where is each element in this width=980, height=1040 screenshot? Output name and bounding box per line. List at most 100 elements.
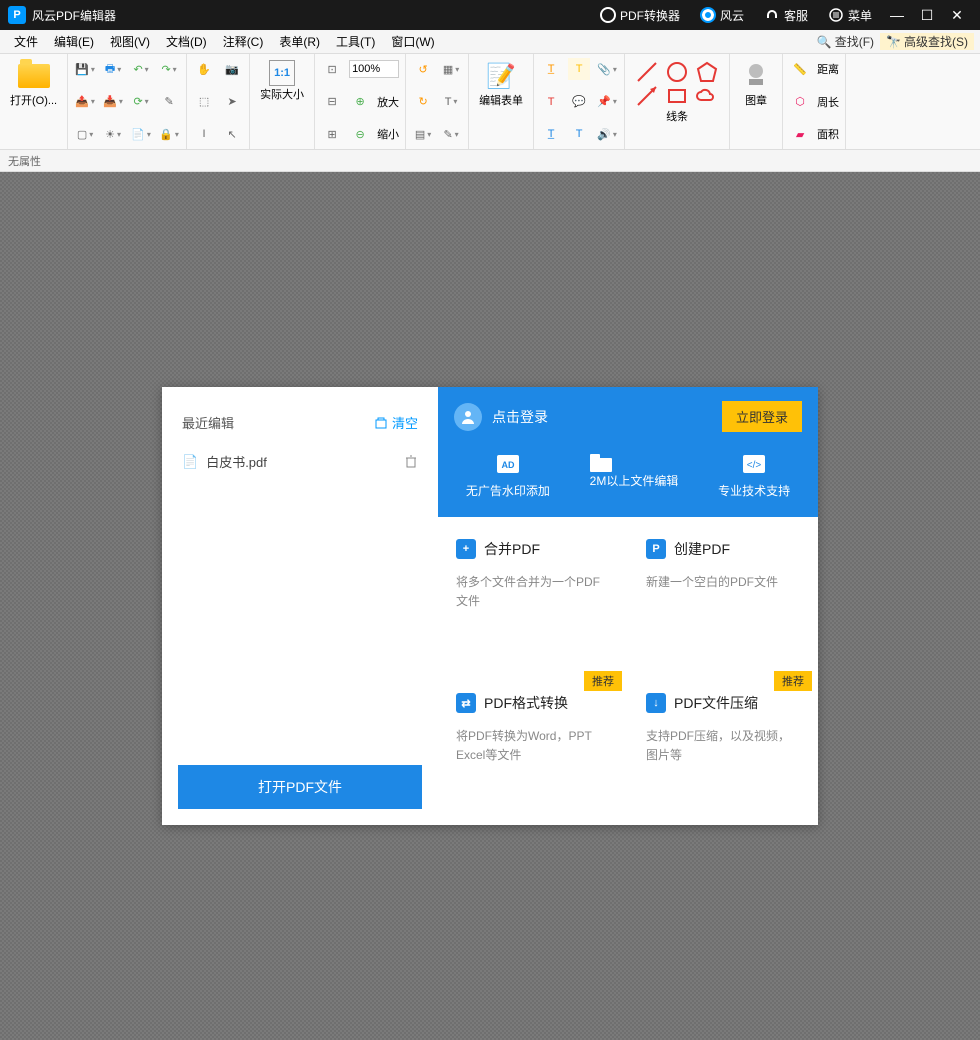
- feature-large-file: 2M以上文件编辑: [590, 454, 679, 499]
- cursor-tool-button[interactable]: ↖: [221, 123, 243, 145]
- tool-d-button[interactable]: 📄: [130, 123, 152, 145]
- card-badge-3: 推荐: [774, 671, 812, 691]
- delete-file-button[interactable]: [404, 455, 418, 469]
- zoom-in-button[interactable]: ⊕: [349, 91, 371, 113]
- menu-link[interactable]: 菜单: [828, 7, 872, 24]
- headset-icon: [764, 7, 780, 23]
- menu-window[interactable]: 窗口(W): [383, 33, 442, 50]
- menu-view[interactable]: 视图(V): [102, 33, 158, 50]
- select-tool-button[interactable]: ⬚: [193, 91, 215, 113]
- line-icon: [635, 60, 659, 84]
- refresh-button[interactable]: ⟳: [130, 91, 152, 113]
- text-select-button[interactable]: I: [193, 123, 215, 145]
- titlebar: P 风云PDF编辑器 PDF转换器 风云 客服 菜单 — ☐ ✕: [0, 0, 980, 30]
- card-desc-1: 新建一个空白的PDF文件: [646, 573, 800, 592]
- open-label: 打开(O)...: [10, 92, 57, 108]
- no-properties-label: 无属性: [8, 153, 41, 169]
- rotate-left-button[interactable]: ↺: [412, 58, 434, 80]
- export-button[interactable]: 📤: [74, 91, 96, 113]
- tool-e-button[interactable]: 🔒: [158, 123, 180, 145]
- open-button[interactable]: 打开(O)...: [6, 58, 61, 110]
- menu-form[interactable]: 表单(R): [271, 33, 328, 50]
- text-edit-button[interactable]: T: [440, 91, 462, 113]
- clear-recent-button[interactable]: 清空: [374, 413, 418, 432]
- pdf-converter-link[interactable]: PDF转换器: [600, 7, 680, 24]
- card-convert-pdf[interactable]: 推荐 ⇄PDF格式转换 将PDF转换为Word，PPT Excel等文件: [438, 671, 628, 825]
- menu-comment[interactable]: 注释(C): [215, 33, 272, 50]
- card-merge-pdf[interactable]: +合并PDF 将多个文件合并为一个PDF文件: [438, 517, 628, 671]
- minimize-button[interactable]: —: [882, 7, 912, 23]
- callout-button[interactable]: 💬: [568, 91, 590, 113]
- card-create-pdf[interactable]: P创建PDF 新建一个空白的PDF文件: [628, 517, 818, 671]
- menu-document[interactable]: 文档(D): [158, 33, 215, 50]
- note-button[interactable]: 📌: [596, 91, 618, 113]
- property-bar: 无属性: [0, 150, 980, 172]
- login-button[interactable]: 立即登录: [722, 401, 802, 432]
- brand-link[interactable]: 风云: [700, 7, 744, 24]
- rotate-right-button[interactable]: ↻: [412, 91, 434, 113]
- annotation-button[interactable]: ✎: [440, 123, 462, 145]
- menu-edit[interactable]: 编辑(E): [46, 33, 102, 50]
- textbox-button[interactable]: T: [568, 58, 590, 80]
- edit-form-button[interactable]: 📝 编辑表单: [475, 58, 527, 110]
- undo-button[interactable]: ↶: [130, 58, 152, 80]
- login-prompt[interactable]: 点击登录: [492, 407, 712, 427]
- close-button[interactable]: ✕: [942, 7, 972, 24]
- save-button[interactable]: 💾: [74, 58, 96, 80]
- menu-tools[interactable]: 工具(T): [328, 33, 383, 50]
- sound-button[interactable]: 🔊: [596, 123, 618, 145]
- distance-button[interactable]: 📏: [789, 58, 811, 80]
- layout-button[interactable]: ▤: [412, 123, 434, 145]
- tool-a-button[interactable]: ✎: [158, 91, 180, 113]
- menu-file[interactable]: 文件: [6, 33, 46, 50]
- recent-file-item[interactable]: 📄 白皮书.pdf: [178, 438, 422, 485]
- page-nav-button[interactable]: ▦: [440, 58, 462, 80]
- polygon-icon: [695, 60, 719, 84]
- highlight-button[interactable]: T̲: [540, 58, 562, 80]
- folder-feature-icon: [590, 454, 679, 472]
- line-shapes-button[interactable]: 线条: [631, 58, 723, 126]
- typewriter-button[interactable]: T: [568, 123, 590, 145]
- svg-text:AD: AD: [501, 460, 514, 470]
- hand-tool-button[interactable]: ✋: [193, 58, 215, 80]
- actual-size-icon: 1:1: [269, 60, 295, 86]
- fit-height-button[interactable]: ⊞: [321, 123, 343, 145]
- fit-page-button[interactable]: ⊡: [321, 58, 343, 80]
- area-button[interactable]: ▰: [789, 123, 811, 145]
- fit-width-button[interactable]: ⊟: [321, 91, 343, 113]
- zoom-input[interactable]: [349, 60, 399, 78]
- actual-size-label: 实际大小: [260, 86, 304, 102]
- tool-b-button[interactable]: ▢: [74, 123, 96, 145]
- find-label: 查找(F): [835, 33, 874, 50]
- pointer-tool-button[interactable]: ➤: [221, 91, 243, 113]
- distance-label: 距离: [817, 61, 839, 77]
- maximize-button[interactable]: ☐: [912, 7, 942, 24]
- open-pdf-button[interactable]: 打开PDF文件: [178, 765, 422, 809]
- attach-button[interactable]: 📎: [596, 58, 618, 80]
- card-badge-2: 推荐: [584, 671, 622, 691]
- zoom-out-label: 缩小: [377, 126, 399, 142]
- card-compress-pdf[interactable]: 推荐 ↓PDF文件压缩 支持PDF压缩，以及视频，图片等: [628, 671, 818, 825]
- actual-size-button[interactable]: 1:1 实际大小: [256, 58, 308, 104]
- advanced-find-button[interactable]: 🔭 高级查找(S): [880, 33, 974, 50]
- strikeout-button[interactable]: T: [540, 91, 562, 113]
- support-link[interactable]: 客服: [764, 7, 808, 24]
- cloud-icon: [695, 84, 719, 108]
- perimeter-button[interactable]: ⬡: [789, 91, 811, 113]
- import-button[interactable]: 📥: [102, 91, 124, 113]
- tool-c-button[interactable]: ☀: [102, 123, 124, 145]
- camera-tool-button[interactable]: 📷: [221, 58, 243, 80]
- zoom-out-button[interactable]: ⊖: [349, 123, 371, 145]
- find-button[interactable]: 🔍 查找(F): [811, 33, 880, 50]
- print-button[interactable]: 🖶: [102, 58, 124, 80]
- underline-button[interactable]: T̲: [540, 123, 562, 145]
- feature-no-ads: AD 无广告水印添加: [466, 454, 550, 499]
- card-title-3: PDF文件压缩: [674, 693, 758, 713]
- rect-icon: [665, 84, 689, 108]
- login-button-label: 立即登录: [736, 410, 788, 425]
- line-label: 线条: [666, 108, 688, 124]
- avatar-icon: [454, 403, 482, 431]
- convert-icon: ⇄: [456, 693, 476, 713]
- stamp-button[interactable]: 图章: [736, 58, 776, 110]
- redo-button[interactable]: ↷: [158, 58, 180, 80]
